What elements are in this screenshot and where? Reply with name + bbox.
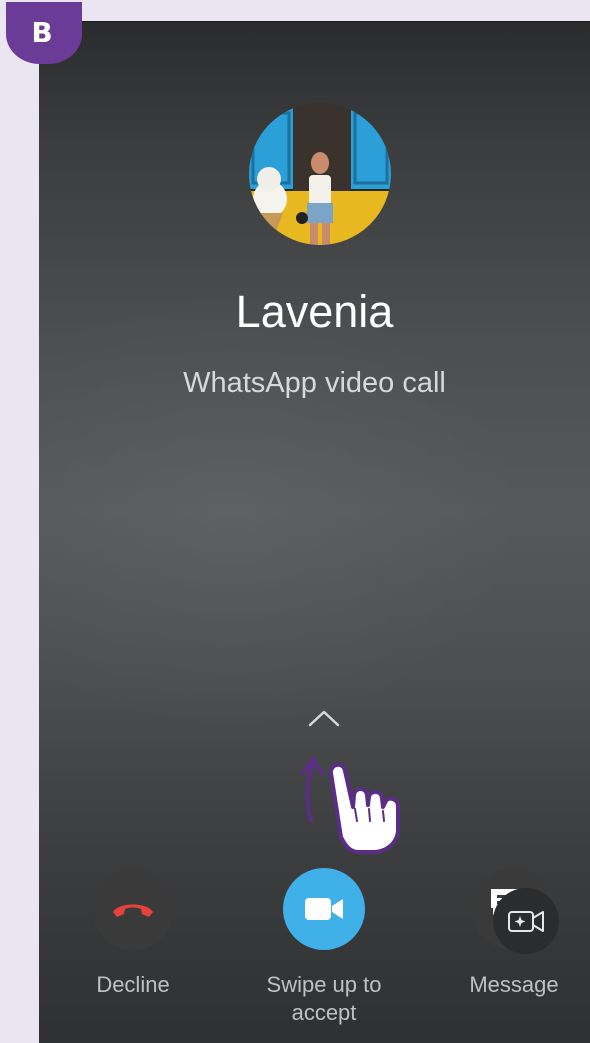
caller-name: Lavenia xyxy=(235,286,394,337)
step-badge: B xyxy=(6,2,82,64)
video-sparkle-icon xyxy=(508,911,544,932)
message-label: Message xyxy=(469,972,559,997)
incoming-call-screen: Lavenia WhatsApp video call Decline Swip… xyxy=(39,21,590,1043)
caller-avatar xyxy=(249,103,391,245)
decline-label: Decline xyxy=(96,972,170,997)
call-type-label: WhatsApp video call xyxy=(183,367,446,399)
status-divider xyxy=(39,21,590,22)
phone-hangup-icon xyxy=(113,904,153,917)
decline-button[interactable] xyxy=(92,868,174,950)
video-camera-icon xyxy=(305,898,343,920)
accept-video-call-button[interactable] xyxy=(283,868,365,950)
chevron-up-icon xyxy=(308,710,340,727)
swipe-hand-icon xyxy=(301,757,400,854)
step-badge-letter: B xyxy=(31,15,53,49)
accept-label: Swipe up to accept xyxy=(266,972,382,1025)
video-effects-button[interactable] xyxy=(493,888,559,954)
